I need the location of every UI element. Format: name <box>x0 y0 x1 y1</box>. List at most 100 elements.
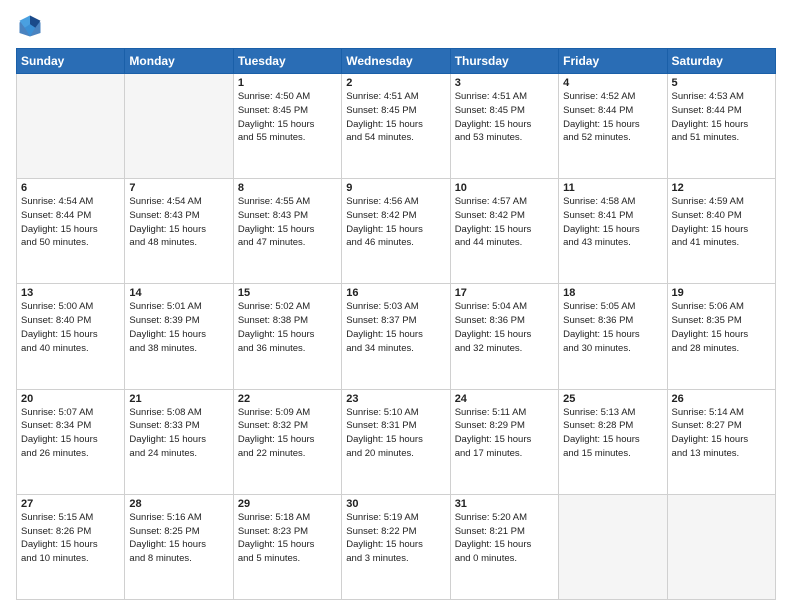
calendar-cell: 10Sunrise: 4:57 AM Sunset: 8:42 PM Dayli… <box>450 179 558 284</box>
calendar-cell: 13Sunrise: 5:00 AM Sunset: 8:40 PM Dayli… <box>17 284 125 389</box>
calendar-cell: 2Sunrise: 4:51 AM Sunset: 8:45 PM Daylig… <box>342 74 450 179</box>
day-number: 27 <box>21 498 120 510</box>
day-info: Sunrise: 5:07 AM Sunset: 8:34 PM Dayligh… <box>21 406 120 461</box>
day-info: Sunrise: 5:11 AM Sunset: 8:29 PM Dayligh… <box>455 406 554 461</box>
week-row-1: 1Sunrise: 4:50 AM Sunset: 8:45 PM Daylig… <box>17 74 776 179</box>
weekday-header-wednesday: Wednesday <box>342 49 450 74</box>
day-number: 20 <box>21 393 120 405</box>
day-number: 10 <box>455 182 554 194</box>
day-info: Sunrise: 5:02 AM Sunset: 8:38 PM Dayligh… <box>238 300 337 355</box>
header <box>16 12 776 40</box>
calendar-cell: 25Sunrise: 5:13 AM Sunset: 8:28 PM Dayli… <box>559 389 667 494</box>
weekday-header-tuesday: Tuesday <box>233 49 341 74</box>
day-number: 28 <box>129 498 228 510</box>
calendar-cell: 24Sunrise: 5:11 AM Sunset: 8:29 PM Dayli… <box>450 389 558 494</box>
day-info: Sunrise: 4:51 AM Sunset: 8:45 PM Dayligh… <box>455 90 554 145</box>
calendar-cell: 23Sunrise: 5:10 AM Sunset: 8:31 PM Dayli… <box>342 389 450 494</box>
week-row-3: 13Sunrise: 5:00 AM Sunset: 8:40 PM Dayli… <box>17 284 776 389</box>
day-info: Sunrise: 5:06 AM Sunset: 8:35 PM Dayligh… <box>672 300 771 355</box>
day-info: Sunrise: 5:09 AM Sunset: 8:32 PM Dayligh… <box>238 406 337 461</box>
calendar-cell: 8Sunrise: 4:55 AM Sunset: 8:43 PM Daylig… <box>233 179 341 284</box>
calendar-cell: 4Sunrise: 4:52 AM Sunset: 8:44 PM Daylig… <box>559 74 667 179</box>
day-number: 29 <box>238 498 337 510</box>
calendar-cell: 28Sunrise: 5:16 AM Sunset: 8:25 PM Dayli… <box>125 494 233 599</box>
day-info: Sunrise: 4:56 AM Sunset: 8:42 PM Dayligh… <box>346 195 445 250</box>
calendar-cell: 18Sunrise: 5:05 AM Sunset: 8:36 PM Dayli… <box>559 284 667 389</box>
day-number: 18 <box>563 287 662 299</box>
day-number: 26 <box>672 393 771 405</box>
day-info: Sunrise: 5:19 AM Sunset: 8:22 PM Dayligh… <box>346 511 445 566</box>
day-number: 9 <box>346 182 445 194</box>
day-number: 31 <box>455 498 554 510</box>
day-number: 5 <box>672 77 771 89</box>
day-number: 4 <box>563 77 662 89</box>
calendar-cell: 16Sunrise: 5:03 AM Sunset: 8:37 PM Dayli… <box>342 284 450 389</box>
day-info: Sunrise: 5:13 AM Sunset: 8:28 PM Dayligh… <box>563 406 662 461</box>
page: SundayMondayTuesdayWednesdayThursdayFrid… <box>0 0 792 612</box>
day-info: Sunrise: 5:01 AM Sunset: 8:39 PM Dayligh… <box>129 300 228 355</box>
day-number: 6 <box>21 182 120 194</box>
calendar-cell: 5Sunrise: 4:53 AM Sunset: 8:44 PM Daylig… <box>667 74 775 179</box>
day-number: 12 <box>672 182 771 194</box>
day-info: Sunrise: 5:05 AM Sunset: 8:36 PM Dayligh… <box>563 300 662 355</box>
day-number: 11 <box>563 182 662 194</box>
day-number: 1 <box>238 77 337 89</box>
calendar-cell: 20Sunrise: 5:07 AM Sunset: 8:34 PM Dayli… <box>17 389 125 494</box>
day-number: 16 <box>346 287 445 299</box>
calendar-cell <box>667 494 775 599</box>
day-number: 3 <box>455 77 554 89</box>
week-row-2: 6Sunrise: 4:54 AM Sunset: 8:44 PM Daylig… <box>17 179 776 284</box>
calendar-cell: 17Sunrise: 5:04 AM Sunset: 8:36 PM Dayli… <box>450 284 558 389</box>
weekday-header-thursday: Thursday <box>450 49 558 74</box>
day-number: 2 <box>346 77 445 89</box>
day-info: Sunrise: 4:58 AM Sunset: 8:41 PM Dayligh… <box>563 195 662 250</box>
calendar-cell: 19Sunrise: 5:06 AM Sunset: 8:35 PM Dayli… <box>667 284 775 389</box>
calendar-cell: 30Sunrise: 5:19 AM Sunset: 8:22 PM Dayli… <box>342 494 450 599</box>
day-number: 22 <box>238 393 337 405</box>
day-info: Sunrise: 4:54 AM Sunset: 8:44 PM Dayligh… <box>21 195 120 250</box>
day-number: 14 <box>129 287 228 299</box>
day-info: Sunrise: 4:50 AM Sunset: 8:45 PM Dayligh… <box>238 90 337 145</box>
calendar-cell: 15Sunrise: 5:02 AM Sunset: 8:38 PM Dayli… <box>233 284 341 389</box>
week-row-4: 20Sunrise: 5:07 AM Sunset: 8:34 PM Dayli… <box>17 389 776 494</box>
logo <box>16 12 48 40</box>
day-number: 25 <box>563 393 662 405</box>
day-info: Sunrise: 4:51 AM Sunset: 8:45 PM Dayligh… <box>346 90 445 145</box>
calendar-cell: 26Sunrise: 5:14 AM Sunset: 8:27 PM Dayli… <box>667 389 775 494</box>
day-number: 8 <box>238 182 337 194</box>
day-info: Sunrise: 5:08 AM Sunset: 8:33 PM Dayligh… <box>129 406 228 461</box>
calendar-cell: 14Sunrise: 5:01 AM Sunset: 8:39 PM Dayli… <box>125 284 233 389</box>
calendar-cell: 22Sunrise: 5:09 AM Sunset: 8:32 PM Dayli… <box>233 389 341 494</box>
day-info: Sunrise: 5:18 AM Sunset: 8:23 PM Dayligh… <box>238 511 337 566</box>
day-info: Sunrise: 4:53 AM Sunset: 8:44 PM Dayligh… <box>672 90 771 145</box>
calendar-cell: 12Sunrise: 4:59 AM Sunset: 8:40 PM Dayli… <box>667 179 775 284</box>
weekday-header-friday: Friday <box>559 49 667 74</box>
day-info: Sunrise: 5:10 AM Sunset: 8:31 PM Dayligh… <box>346 406 445 461</box>
calendar-cell: 3Sunrise: 4:51 AM Sunset: 8:45 PM Daylig… <box>450 74 558 179</box>
week-row-5: 27Sunrise: 5:15 AM Sunset: 8:26 PM Dayli… <box>17 494 776 599</box>
day-info: Sunrise: 4:52 AM Sunset: 8:44 PM Dayligh… <box>563 90 662 145</box>
weekday-header-sunday: Sunday <box>17 49 125 74</box>
calendar-cell: 9Sunrise: 4:56 AM Sunset: 8:42 PM Daylig… <box>342 179 450 284</box>
day-info: Sunrise: 5:04 AM Sunset: 8:36 PM Dayligh… <box>455 300 554 355</box>
calendar-cell: 31Sunrise: 5:20 AM Sunset: 8:21 PM Dayli… <box>450 494 558 599</box>
day-info: Sunrise: 4:55 AM Sunset: 8:43 PM Dayligh… <box>238 195 337 250</box>
day-number: 30 <box>346 498 445 510</box>
weekday-header-monday: Monday <box>125 49 233 74</box>
calendar-cell: 7Sunrise: 4:54 AM Sunset: 8:43 PM Daylig… <box>125 179 233 284</box>
day-info: Sunrise: 5:14 AM Sunset: 8:27 PM Dayligh… <box>672 406 771 461</box>
day-number: 13 <box>21 287 120 299</box>
calendar-table: SundayMondayTuesdayWednesdayThursdayFrid… <box>16 48 776 600</box>
weekday-header-row: SundayMondayTuesdayWednesdayThursdayFrid… <box>17 49 776 74</box>
day-number: 21 <box>129 393 228 405</box>
day-number: 23 <box>346 393 445 405</box>
calendar-cell: 11Sunrise: 4:58 AM Sunset: 8:41 PM Dayli… <box>559 179 667 284</box>
day-info: Sunrise: 4:57 AM Sunset: 8:42 PM Dayligh… <box>455 195 554 250</box>
calendar-cell <box>559 494 667 599</box>
calendar-cell: 6Sunrise: 4:54 AM Sunset: 8:44 PM Daylig… <box>17 179 125 284</box>
day-info: Sunrise: 5:03 AM Sunset: 8:37 PM Dayligh… <box>346 300 445 355</box>
calendar-cell: 21Sunrise: 5:08 AM Sunset: 8:33 PM Dayli… <box>125 389 233 494</box>
weekday-header-saturday: Saturday <box>667 49 775 74</box>
day-number: 17 <box>455 287 554 299</box>
day-number: 15 <box>238 287 337 299</box>
